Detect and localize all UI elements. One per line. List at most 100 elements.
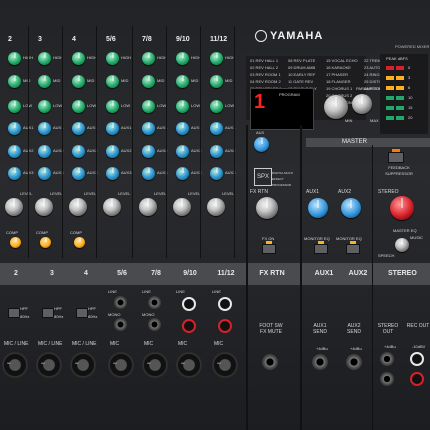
meter-led-r bbox=[396, 76, 404, 80]
rca-input-l[interactable] bbox=[182, 297, 196, 311]
channel-level-knob[interactable] bbox=[69, 198, 87, 216]
eq-knob[interactable] bbox=[106, 75, 119, 88]
eq-knob[interactable] bbox=[142, 52, 155, 65]
rca-input-l[interactable] bbox=[218, 297, 232, 311]
level-label: LEVEL bbox=[50, 191, 63, 196]
eq-knob[interactable] bbox=[142, 167, 155, 180]
rca-input-r[interactable] bbox=[218, 319, 232, 333]
stereo-out-l-jack[interactable] bbox=[380, 352, 394, 366]
eq-knob[interactable] bbox=[72, 75, 85, 88]
eq-knob[interactable] bbox=[38, 145, 51, 158]
eq-label: MID bbox=[87, 78, 95, 83]
line-input-jack[interactable] bbox=[114, 296, 127, 309]
eq-knob[interactable] bbox=[8, 122, 21, 135]
hpf-switch[interactable] bbox=[76, 308, 88, 318]
eq-knob[interactable] bbox=[106, 52, 119, 65]
eq-knob[interactable] bbox=[142, 100, 155, 113]
xlr-input[interactable] bbox=[108, 352, 134, 378]
eq-knob[interactable] bbox=[106, 167, 119, 180]
hz-label: 80Hz bbox=[88, 314, 98, 319]
channel-level-knob[interactable] bbox=[5, 198, 23, 216]
comp-label: COMP bbox=[70, 230, 82, 235]
effect-program-item: 02 REV HALL 2 bbox=[250, 65, 279, 70]
channel-level-knob[interactable] bbox=[103, 198, 121, 216]
monitor-eq-aux2-button[interactable] bbox=[346, 241, 360, 254]
eq-knob[interactable] bbox=[38, 122, 51, 135]
line-input-jack[interactable] bbox=[114, 318, 127, 331]
stereo-out-r-jack[interactable] bbox=[380, 372, 394, 386]
eq-knob[interactable] bbox=[38, 100, 51, 113]
channel-level-knob[interactable] bbox=[139, 198, 157, 216]
eq-knob[interactable] bbox=[72, 167, 85, 180]
parameter-knob[interactable] bbox=[352, 94, 372, 114]
line-label: LINE bbox=[142, 289, 151, 294]
eq-knob[interactable] bbox=[176, 122, 189, 135]
channel-level-knob[interactable] bbox=[207, 198, 225, 216]
hpf-switch[interactable] bbox=[42, 308, 54, 318]
eq-knob[interactable] bbox=[72, 52, 85, 65]
eq-knob[interactable] bbox=[72, 122, 85, 135]
eq-knob[interactable] bbox=[176, 75, 189, 88]
eq-knob[interactable] bbox=[8, 145, 21, 158]
fx-rtn-level-knob[interactable] bbox=[256, 197, 278, 219]
aux1-send-jack[interactable] bbox=[312, 354, 328, 370]
eq-knob[interactable] bbox=[210, 145, 223, 158]
eq-knob[interactable] bbox=[176, 167, 189, 180]
aux1-master-knob[interactable] bbox=[308, 198, 328, 218]
line-input-jack[interactable] bbox=[148, 318, 161, 331]
eq-knob[interactable] bbox=[8, 75, 21, 88]
eq-knob[interactable] bbox=[142, 145, 155, 158]
eq-knob[interactable] bbox=[8, 100, 21, 113]
hpf-switch[interactable] bbox=[8, 308, 20, 318]
program-select-knob[interactable] bbox=[324, 95, 348, 119]
foot-switch-jack[interactable] bbox=[262, 354, 278, 370]
rec-out-l-rca[interactable] bbox=[410, 352, 424, 366]
rec-out-r-rca[interactable] bbox=[410, 372, 424, 386]
xlr-input[interactable] bbox=[142, 352, 168, 378]
channel-level-knob[interactable] bbox=[173, 198, 191, 216]
aux2-send-jack[interactable] bbox=[346, 354, 362, 370]
channel-top-number: 5/6 bbox=[106, 36, 116, 43]
xlr-input[interactable] bbox=[2, 352, 28, 378]
eq-knob[interactable] bbox=[8, 52, 21, 65]
stereo-master-knob[interactable] bbox=[390, 196, 414, 220]
eq-knob[interactable] bbox=[72, 100, 85, 113]
xlr-input[interactable] bbox=[176, 352, 202, 378]
aux2-master-knob[interactable] bbox=[341, 198, 361, 218]
eq-knob[interactable] bbox=[106, 145, 119, 158]
eq-knob[interactable] bbox=[38, 75, 51, 88]
channel-level-knob[interactable] bbox=[35, 198, 53, 216]
eq-knob[interactable] bbox=[106, 122, 119, 135]
line-input-jack[interactable] bbox=[148, 296, 161, 309]
eq-knob[interactable] bbox=[210, 167, 223, 180]
eq-knob[interactable] bbox=[72, 145, 85, 158]
xlr-input[interactable] bbox=[36, 352, 62, 378]
fx-on-button[interactable] bbox=[262, 241, 276, 254]
band-label: 3 bbox=[50, 270, 54, 277]
fx-aux-knob[interactable] bbox=[254, 137, 269, 152]
eq-knob[interactable] bbox=[210, 122, 223, 135]
eq-knob[interactable] bbox=[210, 100, 223, 113]
eq-knob[interactable] bbox=[142, 75, 155, 88]
rca-input-r[interactable] bbox=[182, 319, 196, 333]
xlr-input[interactable] bbox=[212, 352, 238, 378]
eq-knob[interactable] bbox=[176, 145, 189, 158]
comp-knob[interactable] bbox=[74, 237, 85, 248]
feedback-suppressor-button[interactable] bbox=[388, 149, 404, 163]
eq-knob[interactable] bbox=[142, 122, 155, 135]
level-label: LEVEL bbox=[84, 191, 97, 196]
master-eq-knob[interactable] bbox=[395, 238, 409, 252]
eq-knob[interactable] bbox=[38, 52, 51, 65]
eq-knob[interactable] bbox=[210, 52, 223, 65]
monitor-eq-aux1-button[interactable] bbox=[314, 241, 328, 254]
eq-knob[interactable] bbox=[8, 167, 21, 180]
comp-knob[interactable] bbox=[10, 237, 21, 248]
eq-knob[interactable] bbox=[176, 52, 189, 65]
eq-knob[interactable] bbox=[38, 167, 51, 180]
comp-knob[interactable] bbox=[40, 237, 51, 248]
xlr-input[interactable] bbox=[70, 352, 96, 378]
spx-subtitle: DIGITAL MULTI EFFECT PROCESSOR bbox=[272, 171, 293, 187]
eq-knob[interactable] bbox=[106, 100, 119, 113]
eq-knob[interactable] bbox=[176, 100, 189, 113]
eq-knob[interactable] bbox=[210, 75, 223, 88]
